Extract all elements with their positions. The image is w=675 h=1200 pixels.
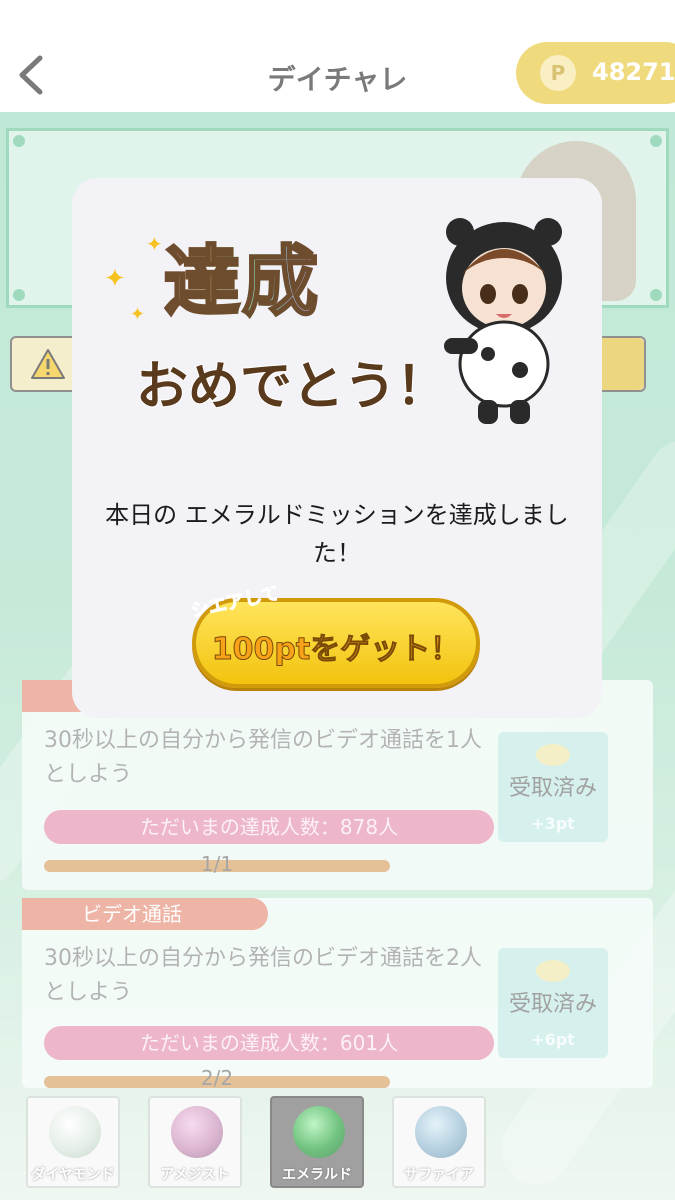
sparkle-icon: ✦ (104, 264, 126, 294)
logo-sub-text: おめでとう！ (135, 356, 449, 418)
share-button[interactable]: シエアして 100ptをゲット！ (189, 582, 480, 688)
congrats-logo: ✦ ✦ ✦ 達成 おめでとう！ (100, 204, 570, 434)
sparkle-icon: ✦ (146, 232, 163, 256)
share-label: 100ptをゲット！ (211, 632, 461, 668)
logo-main-text: 達成 (163, 220, 320, 330)
panda-girl-mascot-icon (444, 218, 562, 424)
sparkle-icon: ✦ (130, 304, 146, 325)
achievement-modal: ✦ ✦ ✦ 達成 おめでとう！ 本日の エメラルドミッションを達成しました！ シ… (72, 178, 602, 718)
achievement-message: 本日の エメラルドミッションを達成しました！ (105, 501, 569, 567)
share-prefix: シエアして (189, 582, 282, 623)
